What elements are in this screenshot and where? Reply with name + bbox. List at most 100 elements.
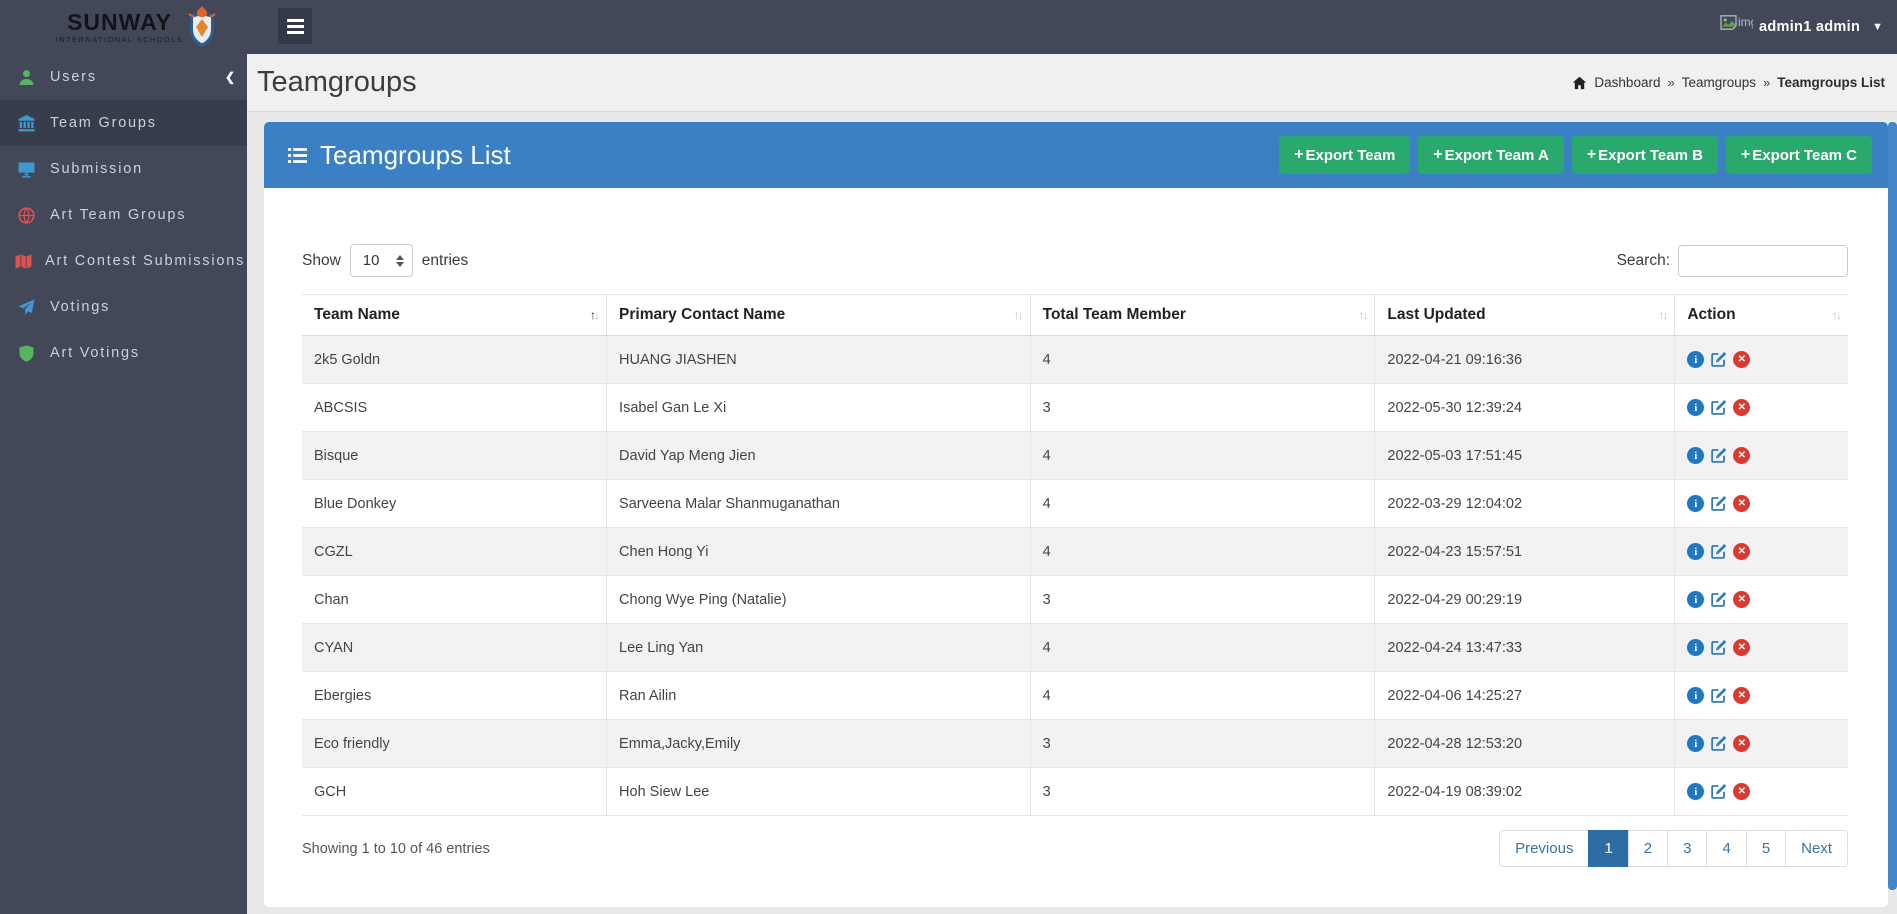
info-icon[interactable]: i: [1687, 639, 1705, 656]
entries-label: entries: [421, 251, 469, 269]
select-stepper-icon: [395, 254, 404, 267]
page-length-select[interactable]: 10: [349, 244, 413, 277]
info-icon[interactable]: i: [1687, 783, 1705, 800]
paper-plane-icon: [15, 298, 37, 316]
delete-icon[interactable]: ✕: [1733, 399, 1751, 416]
delete-icon[interactable]: ✕: [1733, 735, 1751, 752]
cell-updated: 2022-04-23 15:57:51: [1374, 527, 1676, 576]
page-button-5[interactable]: 5: [1745, 830, 1787, 867]
cell-members: 4: [1030, 671, 1376, 720]
edit-icon[interactable]: [1710, 591, 1727, 608]
edit-icon[interactable]: [1710, 783, 1727, 800]
page-button-previous[interactable]: Previous: [1499, 830, 1590, 867]
cell-actions: i ✕: [1674, 335, 1848, 384]
delete-icon[interactable]: ✕: [1733, 591, 1751, 608]
user-icon: [15, 69, 37, 86]
cell-updated: 2022-04-21 09:16:36: [1374, 335, 1676, 384]
table-row: 2k5 Goldn HUANG JIASHEN 4 2022-04-21 09:16:…: [302, 335, 1848, 384]
info-icon[interactable]: i: [1687, 591, 1705, 608]
export-button-label: Export Team: [1305, 146, 1396, 164]
show-label: Show: [302, 251, 341, 269]
sidebar-item-team-groups[interactable]: Team Groups: [0, 100, 247, 146]
page-button-2[interactable]: 2: [1627, 830, 1669, 867]
sidebar-item-art-team-groups[interactable]: Art Team Groups: [0, 192, 247, 238]
info-icon[interactable]: i: [1687, 495, 1705, 512]
delete-icon[interactable]: ✕: [1733, 639, 1751, 656]
edit-icon[interactable]: [1710, 351, 1727, 368]
desktop-icon: [15, 161, 37, 178]
delete-icon[interactable]: ✕: [1733, 783, 1751, 800]
sidebar-item-votings[interactable]: Votings: [0, 284, 247, 330]
info-icon[interactable]: i: [1687, 447, 1705, 464]
info-icon[interactable]: i: [1687, 543, 1705, 560]
search-area: Search:: [1617, 244, 1848, 277]
delete-icon[interactable]: ✕: [1733, 447, 1751, 464]
export-button-label: Export Team B: [1598, 146, 1703, 164]
edit-icon[interactable]: [1710, 495, 1727, 512]
delete-icon[interactable]: ✕: [1733, 687, 1751, 704]
sidebar-item-art-contest-submissions[interactable]: Art Contest Submissions: [0, 238, 247, 284]
cell-members: 4: [1030, 431, 1376, 480]
page-button-3[interactable]: 3: [1667, 830, 1708, 867]
edit-icon[interactable]: [1710, 639, 1727, 656]
export-buttons: + Export Team + Export Team A + Export Team B…: [1279, 136, 1872, 174]
home-icon: [1572, 76, 1587, 90]
edit-icon[interactable]: [1710, 399, 1727, 416]
column-header-primary-contact-name[interactable]: Primary Contact Name ↑↓: [606, 294, 1031, 336]
sort-icon: ↑↓: [590, 308, 600, 322]
info-icon[interactable]: i: [1687, 735, 1705, 752]
sidebar-toggle-button[interactable]: [278, 8, 312, 44]
brand-logo[interactable]: SUNWAY INTERNATIONAL SCHOOLS: [0, 0, 247, 54]
column-header-action[interactable]: Action ↑↓: [1674, 294, 1848, 336]
column-header-last-updated[interactable]: Last Updated ↑↓: [1374, 294, 1676, 336]
edit-icon[interactable]: [1710, 447, 1727, 464]
table-footer: Showing 1 to 10 of 46 entries Previous 1 2…: [302, 830, 1848, 867]
export-team-a-button[interactable]: + Export Team A: [1418, 136, 1564, 174]
delete-icon[interactable]: ✕: [1733, 495, 1751, 512]
info-icon[interactable]: i: [1687, 687, 1705, 704]
info-icon[interactable]: i: [1687, 399, 1705, 416]
column-header-total-team-member[interactable]: Total Team Member ↑↓: [1030, 294, 1376, 336]
search-input[interactable]: [1678, 244, 1848, 277]
page-button-4[interactable]: 4: [1706, 830, 1747, 867]
edit-icon[interactable]: [1710, 735, 1727, 752]
column-label: Last Updated: [1387, 306, 1486, 323]
column-label: Primary Contact Name: [619, 306, 786, 323]
export-team-button[interactable]: + Export Team: [1279, 136, 1411, 174]
sidebar-item-art-votings[interactable]: Art Votings: [0, 330, 247, 376]
info-icon[interactable]: i: [1687, 351, 1705, 368]
delete-icon[interactable]: ✕: [1733, 351, 1751, 368]
table-row: Bisque David Yap Meng Jien 4 2022-05-03 17:…: [302, 431, 1848, 480]
delete-icon[interactable]: ✕: [1733, 543, 1751, 560]
breadcrumb-teamgroups[interactable]: Teamgroups: [1682, 75, 1756, 90]
page-button-1[interactable]: 1: [1588, 830, 1629, 867]
chevron-left-icon: ❮: [224, 70, 235, 84]
column-label: Team Name: [314, 306, 400, 323]
edit-icon[interactable]: [1710, 687, 1727, 704]
avatar-broken-image-icon: img: [1720, 15, 1753, 30]
cell-team: CGZL: [302, 527, 608, 576]
cell-contact: HUANG JIASHEN: [606, 335, 1031, 384]
sidebar-item-label: Art Team Groups: [50, 207, 187, 223]
table-row: ABCSIS Isabel Gan Le Xi 3 2022-05-30 12:39:…: [302, 383, 1848, 432]
panel-title: Teamgroups List: [288, 140, 511, 171]
edit-icon[interactable]: [1710, 543, 1727, 560]
table-row: Eco friendly Emma,Jacky,Emily 3 2022-04-28 …: [302, 719, 1848, 768]
export-team-c-button[interactable]: + Export Team C: [1725, 136, 1872, 174]
export-team-b-button[interactable]: + Export Team B: [1571, 136, 1718, 174]
sort-icon: ↑↓: [1832, 308, 1842, 322]
cell-members: 3: [1030, 719, 1376, 768]
sidebar-item-submission[interactable]: Submission: [0, 146, 247, 192]
scrollbar-thumb[interactable]: [1888, 122, 1897, 890]
breadcrumb-dashboard[interactable]: Dashboard: [1594, 75, 1660, 90]
row-actions: i ✕: [1687, 591, 1836, 608]
sort-icon: ↑↓: [1358, 308, 1368, 322]
export-button-label: Export Team C: [1752, 146, 1857, 164]
page-button-next[interactable]: Next: [1785, 830, 1848, 867]
row-actions: i ✕: [1687, 447, 1836, 464]
table-header-row: Team Name ↑↓ Primary Contact Name ↑↓ Total T…: [302, 294, 1848, 336]
user-menu[interactable]: img admin1 admin ▼: [1720, 0, 1883, 54]
cell-contact: Emma,Jacky,Emily: [606, 719, 1031, 768]
sidebar-item-users[interactable]: Users ❮: [0, 54, 247, 100]
column-header-team-name[interactable]: Team Name ↑↓: [302, 294, 608, 336]
